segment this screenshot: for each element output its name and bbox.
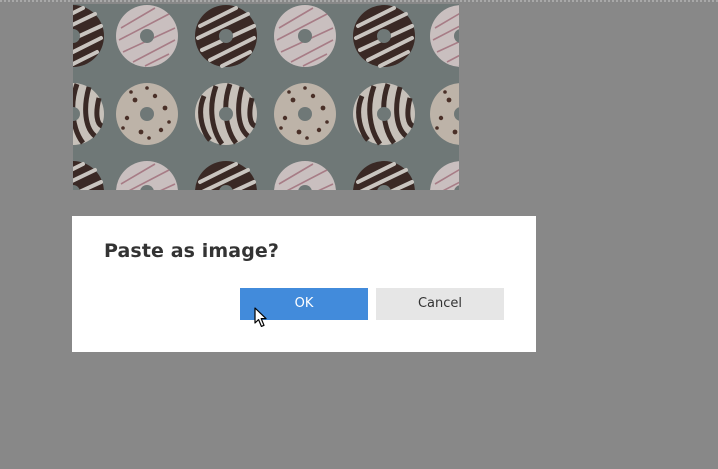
cancel-button[interactable]: Cancel <box>376 288 504 320</box>
paste-as-image-dialog: Paste as image? OK Cancel <box>72 216 536 352</box>
dialog-title: Paste as image? <box>104 240 280 262</box>
donut-image <box>73 4 459 190</box>
mouse-pointer-icon <box>254 307 270 329</box>
